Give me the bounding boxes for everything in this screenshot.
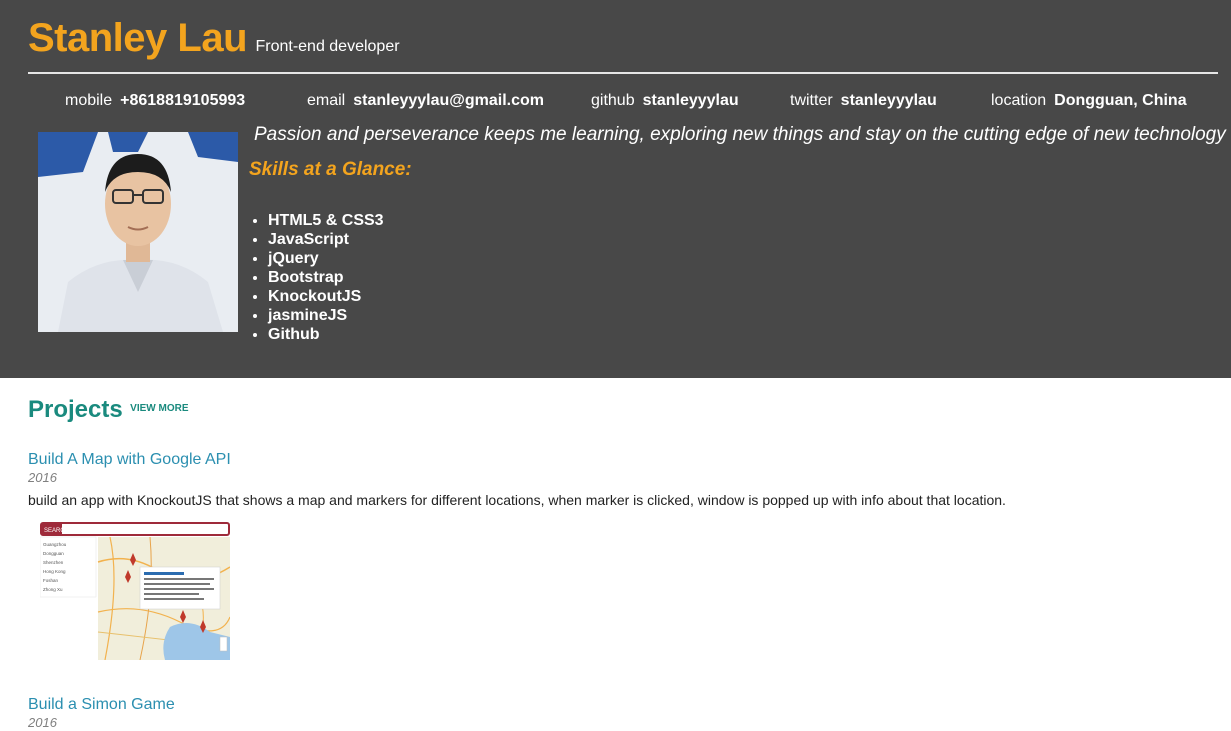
contact-label: github bbox=[591, 92, 635, 109]
skill-item: KnockoutJS bbox=[268, 287, 384, 306]
contact-row: mobile +8618819105993 email stanleyyylau@g… bbox=[0, 92, 1231, 114]
contact-value[interactable]: +8618819105993 bbox=[120, 92, 245, 109]
header-section: Stanley Lau Front-end developer mobile +8… bbox=[0, 0, 1231, 378]
person-role: Front-end developer bbox=[255, 38, 400, 55]
project-title-link[interactable]: Build A Map with Google API bbox=[28, 451, 231, 469]
thumb-search-label: SEARCH bbox=[44, 528, 69, 534]
thumb-list-item: Zhong Xu bbox=[43, 587, 63, 592]
contact-email: email stanleyyylau@gmail.com bbox=[307, 92, 544, 110]
projects-header: Projects VIEW MORE bbox=[28, 396, 189, 424]
skill-item: HTML5 & CSS3 bbox=[268, 211, 384, 230]
contact-value: Dongguan, China bbox=[1054, 92, 1187, 109]
projects-title: Projects bbox=[28, 396, 123, 423]
contact-label: twitter bbox=[790, 92, 833, 109]
contact-value[interactable]: stanleyyylau@gmail.com bbox=[353, 92, 544, 109]
project-year: 2016 bbox=[28, 470, 57, 485]
project-thumbnail[interactable]: SEARCH Guangzhou Dongguan Shenzhen Hong … bbox=[39, 522, 231, 661]
contact-twitter: twitter stanleyyylau bbox=[790, 92, 937, 110]
thumb-list-item: Foshan bbox=[43, 578, 59, 583]
thumb-list-item: Shenzhen bbox=[43, 560, 64, 565]
header-divider bbox=[28, 72, 1218, 74]
contact-github: github stanleyyylau bbox=[591, 92, 739, 110]
contact-label: email bbox=[307, 92, 346, 109]
contact-location: location Dongguan, China bbox=[991, 92, 1187, 110]
project-title-link[interactable]: Build a Simon Game bbox=[28, 696, 175, 714]
skills-list: HTML5 & CSS3 JavaScript jQuery Bootstrap… bbox=[268, 211, 384, 344]
profile-photo bbox=[38, 132, 238, 332]
contact-label: mobile bbox=[65, 92, 113, 109]
name-row: Stanley Lau Front-end developer bbox=[28, 16, 400, 61]
contact-mobile: mobile +8618819105993 bbox=[65, 92, 245, 110]
skill-item: Bootstrap bbox=[268, 268, 384, 287]
thumb-list-item: Guangzhou bbox=[43, 542, 67, 547]
contact-value[interactable]: stanleyyylau bbox=[841, 92, 937, 109]
thumb-list-item: Hong Kong bbox=[43, 569, 66, 574]
skill-item: JavaScript bbox=[268, 230, 384, 249]
skills-heading: Skills at a Glance: bbox=[249, 159, 412, 180]
contact-label: location bbox=[991, 92, 1047, 109]
project-year: 2016 bbox=[28, 715, 57, 730]
skill-item: jasmineJS bbox=[268, 306, 384, 325]
thumb-list-item: Dongguan bbox=[43, 551, 64, 556]
view-more-link[interactable]: VIEW MORE bbox=[130, 403, 188, 414]
person-name: Stanley Lau bbox=[28, 16, 248, 60]
skill-item: Github bbox=[268, 325, 384, 344]
contact-value[interactable]: stanleyyylau bbox=[643, 92, 739, 109]
project-description: build an app with KnockoutJS that shows … bbox=[28, 492, 1006, 508]
skill-item: jQuery bbox=[268, 249, 384, 268]
tagline: Passion and perseverance keeps me learni… bbox=[254, 124, 1226, 145]
